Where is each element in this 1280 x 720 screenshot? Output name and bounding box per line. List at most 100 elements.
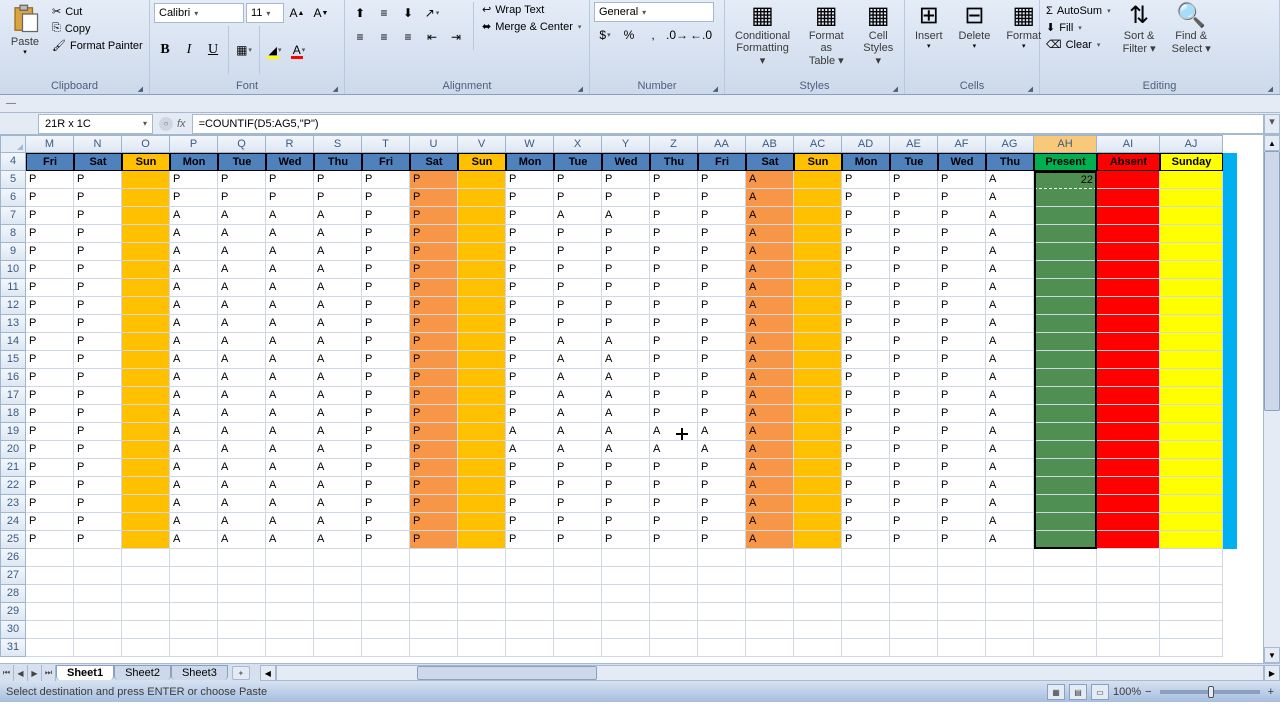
cell[interactable]	[890, 585, 938, 603]
cell[interactable]	[458, 351, 506, 369]
cell[interactable]	[122, 603, 170, 621]
cell[interactable]: P	[650, 405, 698, 423]
column-header[interactable]: AH	[1034, 135, 1097, 153]
cell[interactable]: P	[26, 459, 74, 477]
row-header[interactable]: 28	[0, 585, 26, 603]
header-cell[interactable]: Fri	[698, 153, 746, 171]
cell[interactable]: P	[26, 171, 74, 189]
cell[interactable]: P	[650, 495, 698, 513]
cell[interactable]: A	[314, 495, 362, 513]
row-header[interactable]: 17	[0, 387, 26, 405]
cell[interactable]: A	[170, 405, 218, 423]
cell[interactable]: A	[170, 459, 218, 477]
clear-button[interactable]: ⌫Clear	[1044, 37, 1113, 52]
cell[interactable]	[1097, 441, 1160, 459]
cell[interactable]: A	[554, 405, 602, 423]
header-cell[interactable]: Wed	[938, 153, 986, 171]
cell[interactable]	[1034, 369, 1097, 387]
cell[interactable]: A	[746, 459, 794, 477]
cell[interactable]: P	[554, 297, 602, 315]
cell[interactable]: A	[986, 225, 1034, 243]
cell[interactable]: A	[314, 243, 362, 261]
cell[interactable]: P	[74, 297, 122, 315]
cell[interactable]: A	[266, 513, 314, 531]
cell[interactable]	[26, 567, 74, 585]
cell[interactable]: P	[506, 297, 554, 315]
row-header[interactable]: 8	[0, 225, 26, 243]
header-cell[interactable]: Sun	[458, 153, 506, 171]
worksheet-grid[interactable]: MNOPQRSTUVWXYZAAABACADAEAFAGAHAIAJ4FriSa…	[0, 135, 1280, 663]
cell[interactable]: A	[650, 423, 698, 441]
cell[interactable]	[794, 369, 842, 387]
cell[interactable]	[458, 639, 506, 657]
cell[interactable]	[1097, 369, 1160, 387]
cell[interactable]: A	[218, 477, 266, 495]
cell[interactable]	[458, 441, 506, 459]
cell[interactable]	[1097, 207, 1160, 225]
cell[interactable]	[266, 639, 314, 657]
cell[interactable]: P	[506, 531, 554, 549]
new-sheet-button[interactable]: ✦	[232, 666, 250, 680]
italic-button[interactable]: I	[178, 39, 200, 61]
vertical-scrollbar[interactable]: ▲▼	[1263, 135, 1280, 663]
cell[interactable]: P	[362, 369, 410, 387]
cell[interactable]: P	[26, 513, 74, 531]
cell[interactable]: A	[218, 297, 266, 315]
cell[interactable]: A	[602, 405, 650, 423]
cell[interactable]	[26, 621, 74, 639]
cell[interactable]	[1034, 207, 1097, 225]
cell[interactable]	[458, 261, 506, 279]
cell[interactable]: P	[938, 225, 986, 243]
column-header[interactable]: W	[506, 135, 554, 153]
cell[interactable]	[26, 603, 74, 621]
cell[interactable]: P	[938, 243, 986, 261]
row-header[interactable]: 15	[0, 351, 26, 369]
cell[interactable]	[794, 351, 842, 369]
cell[interactable]	[554, 585, 602, 603]
cell[interactable]: P	[842, 351, 890, 369]
cell[interactable]	[794, 387, 842, 405]
cell[interactable]	[1097, 387, 1160, 405]
column-header[interactable]: R	[266, 135, 314, 153]
row-header[interactable]: 13	[0, 315, 26, 333]
cell[interactable]: A	[170, 297, 218, 315]
cell[interactable]: A	[266, 477, 314, 495]
cell[interactable]	[1160, 513, 1223, 531]
comma-button[interactable]: ,	[642, 24, 664, 46]
cell[interactable]	[746, 621, 794, 639]
cell[interactable]: A	[986, 387, 1034, 405]
cell[interactable]: A	[602, 423, 650, 441]
cell[interactable]	[458, 585, 506, 603]
cell[interactable]: P	[842, 531, 890, 549]
header-cell[interactable]: Sat	[746, 153, 794, 171]
cell[interactable]	[410, 603, 458, 621]
cell[interactable]: A	[314, 441, 362, 459]
cell[interactable]: P	[74, 225, 122, 243]
header-cell[interactable]: Mon	[170, 153, 218, 171]
cell[interactable]: A	[314, 387, 362, 405]
cell[interactable]: P	[410, 189, 458, 207]
cell[interactable]: A	[218, 423, 266, 441]
cell[interactable]: A	[986, 369, 1034, 387]
cell[interactable]	[314, 585, 362, 603]
cell[interactable]: A	[170, 423, 218, 441]
cell[interactable]: 22	[1034, 171, 1097, 189]
cell[interactable]	[458, 567, 506, 585]
cell[interactable]: A	[986, 261, 1034, 279]
cell[interactable]: A	[746, 189, 794, 207]
header-cell[interactable]: Mon	[842, 153, 890, 171]
cut-button[interactable]: ✂Cut	[50, 4, 145, 19]
cell[interactable]	[1034, 351, 1097, 369]
cell[interactable]: P	[650, 315, 698, 333]
cell[interactable]	[314, 549, 362, 567]
cell[interactable]	[938, 549, 986, 567]
row-header[interactable]: 27	[0, 567, 26, 585]
cell[interactable]: P	[314, 189, 362, 207]
cell[interactable]	[698, 639, 746, 657]
cell[interactable]	[218, 639, 266, 657]
cell[interactable]: A	[170, 351, 218, 369]
cell[interactable]: P	[890, 243, 938, 261]
cell[interactable]: A	[602, 351, 650, 369]
cell[interactable]: P	[74, 189, 122, 207]
cell[interactable]: P	[506, 207, 554, 225]
